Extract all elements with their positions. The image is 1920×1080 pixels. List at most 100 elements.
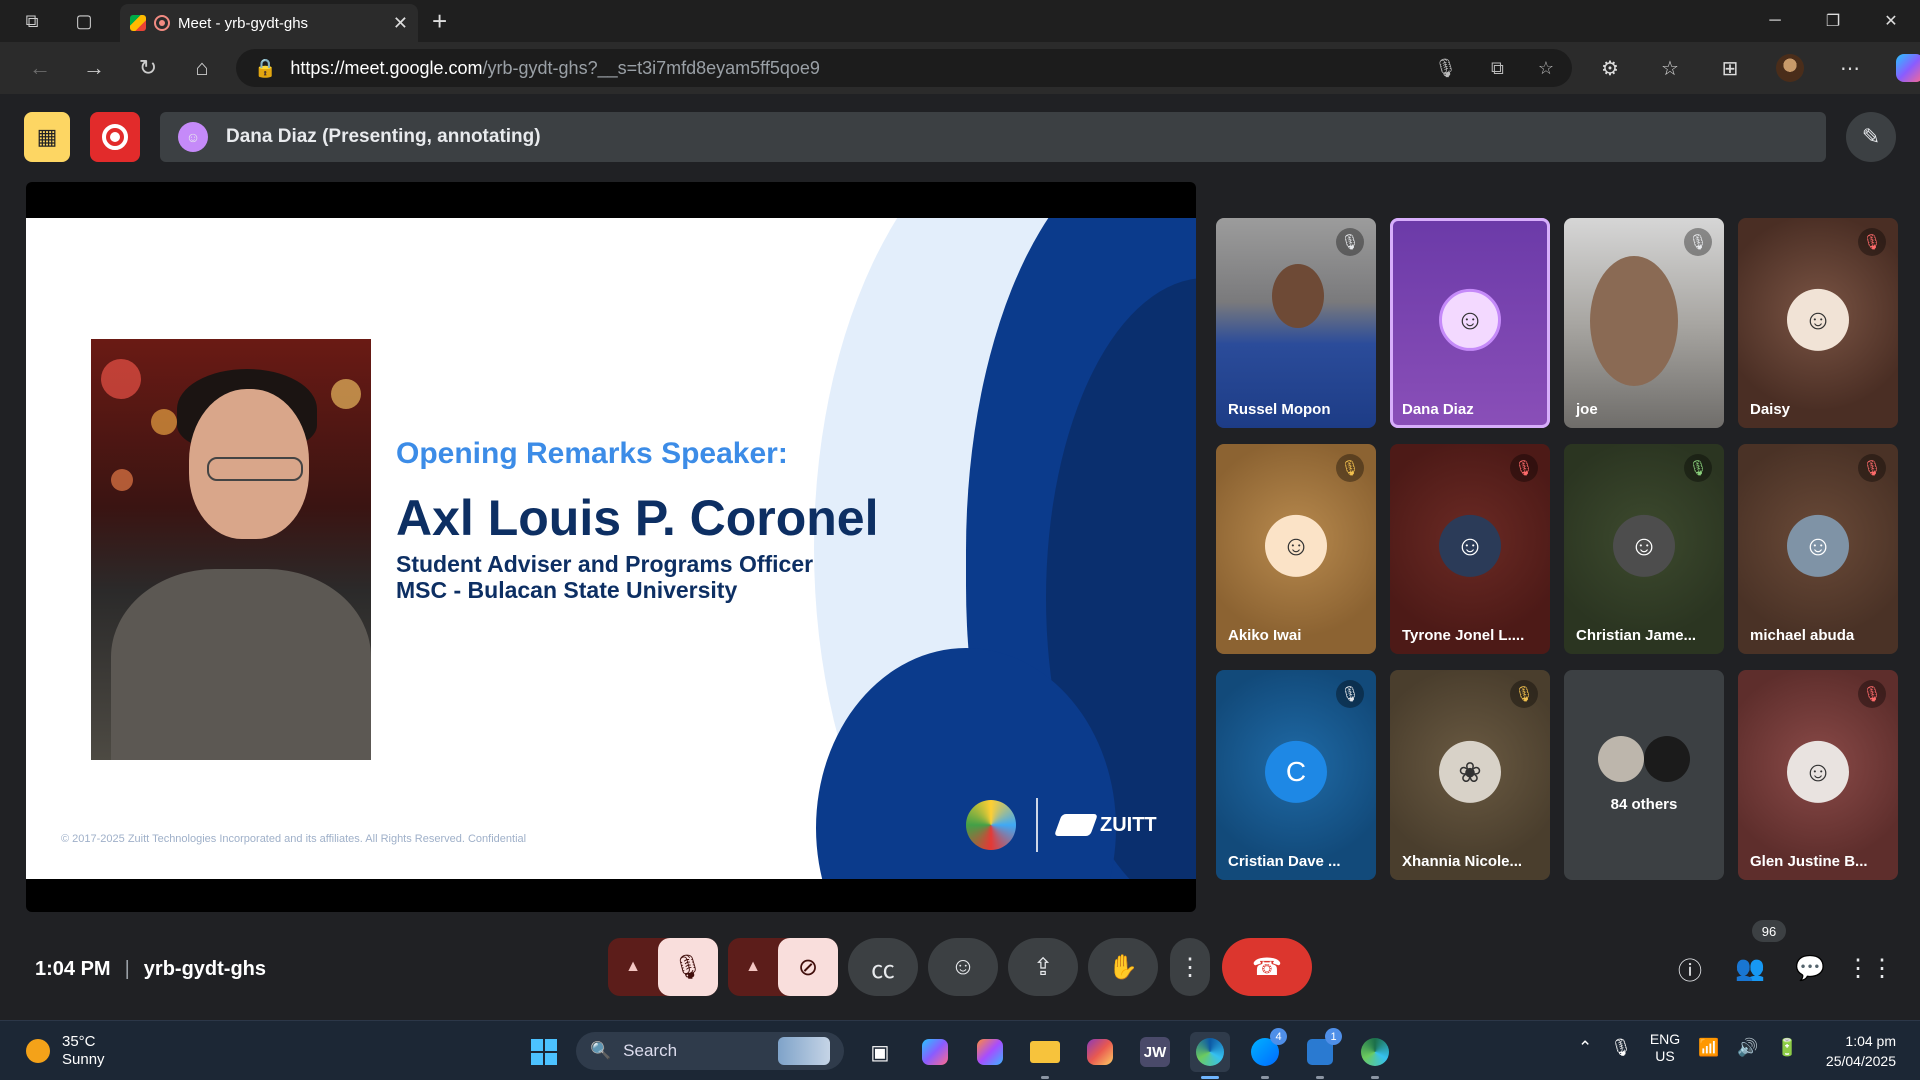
home-icon[interactable]: ⌂: [184, 50, 220, 86]
participant-name: michael abuda: [1750, 627, 1855, 644]
mic-muted-icon: 🎙: [1510, 454, 1538, 482]
microphone-off-button[interactable]: 🎙: [658, 938, 718, 996]
system-tray: ⌃ 🎙 ENG US 📶 🔊 🔋: [1578, 1031, 1798, 1065]
copilot-icon[interactable]: [1890, 48, 1920, 88]
app-available-icon[interactable]: ⧉: [1491, 58, 1504, 79]
extensions-icon[interactable]: ⚙: [1590, 48, 1630, 88]
activities-grid-icon[interactable]: ⋮⋮: [1846, 948, 1894, 988]
microphone-icon[interactable]: 🎙: [1610, 1038, 1632, 1058]
site-info-lock-icon[interactable]: 🔒: [254, 58, 276, 79]
participant-tile[interactable]: ☺ 🎙 Christian Jame...: [1564, 444, 1724, 654]
camera-off-button[interactable]: ⊘: [778, 938, 838, 996]
participant-tile[interactable]: ❀ 🎙 Xhannia Nicole...: [1390, 670, 1550, 880]
microphone-control: ▲ 🎙: [608, 938, 718, 996]
profile-avatar[interactable]: [1770, 48, 1810, 88]
wifi-icon[interactable]: 📶: [1698, 1038, 1719, 1058]
more-menu-icon[interactable]: ⋯: [1830, 48, 1870, 88]
participant-tile[interactable]: ☺ 🎙 Glen Justine B...: [1738, 670, 1898, 880]
participant-tile[interactable]: ☺ 🎙 michael abuda: [1738, 444, 1898, 654]
battery-icon[interactable]: 🔋: [1777, 1038, 1798, 1058]
tab-actions-icon[interactable]: ▢: [66, 3, 102, 39]
participant-name: Glen Justine B...: [1750, 853, 1868, 870]
more-options-button[interactable]: ⋮: [1170, 938, 1210, 996]
participant-tile[interactable]: ☺ Dana Diaz: [1390, 218, 1550, 428]
new-tab-icon[interactable]: +: [432, 6, 447, 37]
show-hidden-icons-chevron-icon[interactable]: ⌃: [1578, 1038, 1592, 1058]
others-tile[interactable]: 84 others: [1564, 670, 1724, 880]
leave-call-button[interactable]: ☎: [1222, 938, 1312, 996]
back-icon[interactable]: ←: [22, 50, 58, 86]
reactions-button[interactable]: ☺: [928, 938, 998, 996]
volume-icon[interactable]: 🔊: [1737, 1038, 1758, 1058]
presentation-slide: Opening Remarks Speaker: Axl Louis P. Co…: [26, 218, 1196, 879]
search-icon: 🔍: [590, 1041, 612, 1060]
microphone-in-use-icon[interactable]: 🎙: [1434, 58, 1457, 79]
windows-start-icon[interactable]: [524, 1032, 564, 1072]
visual-studio-code-icon[interactable]: 1: [1300, 1028, 1342, 1079]
audio-options-chevron-up-icon[interactable]: ▲: [608, 938, 658, 996]
raise-hand-button[interactable]: ✋: [1088, 938, 1158, 996]
edge-icon[interactable]: [1190, 1032, 1230, 1079]
task-view-icon[interactable]: ▣: [860, 1032, 900, 1072]
participant-tile[interactable]: 🎙 joe: [1564, 218, 1724, 428]
participant-tile[interactable]: ☺ 🎙 Daisy: [1738, 218, 1898, 428]
presentation-stage: Opening Remarks Speaker: Axl Louis P. Co…: [26, 182, 1196, 912]
present-screen-button[interactable]: ⇪: [1008, 938, 1078, 996]
jw-library-icon[interactable]: JW: [1135, 1032, 1175, 1072]
speaker-name: Axl Louis P. Coronel: [396, 490, 879, 546]
speaker-organization: MSC - Bulacan State University: [396, 577, 738, 603]
favorites-icon[interactable]: ☆: [1650, 48, 1690, 88]
participant-avatar: ☺: [1613, 514, 1675, 577]
close-window-icon[interactable]: ✕: [1862, 0, 1920, 42]
meet-control-bar: 1:04 PM | yrb-gydt-ghs ▲ 🎙 ▲ ⊘ ㏄ ☺ ⇪ ✋ ⋮…: [0, 920, 1920, 1020]
meeting-not-recorded-icon[interactable]: ▦: [24, 112, 70, 162]
instagram-icon[interactable]: [1080, 1032, 1120, 1072]
meet-window: ▦ ☺ Dana Diaz (Presenting, annotating) ✎: [0, 94, 1920, 1020]
video-options-chevron-up-icon[interactable]: ▲: [728, 938, 778, 996]
refresh-icon[interactable]: ↻: [130, 50, 166, 86]
window-controls: ─ ❐ ✕: [1746, 0, 1920, 42]
participant-tile[interactable]: ☺ 🎙 Akiko Iwai: [1216, 444, 1376, 654]
workspaces-icon[interactable]: ⧉: [14, 3, 50, 39]
participant-avatar: ☺: [1439, 514, 1501, 577]
jw-library-label: JW: [1140, 1037, 1170, 1067]
edge-beta-icon[interactable]: [1355, 1032, 1395, 1079]
input-language[interactable]: ENG US: [1650, 1031, 1680, 1065]
presenter-banner: ☺ Dana Diaz (Presenting, annotating): [160, 112, 1826, 162]
participant-avatar: [1598, 736, 1644, 782]
messenger-icon[interactable]: 4: [1245, 1028, 1287, 1079]
temperature: 35°C: [62, 1033, 96, 1050]
forward-icon[interactable]: →: [76, 50, 112, 86]
participant-name: Akiko Iwai: [1228, 627, 1302, 644]
browser-tools: ⚙ ☆ ⊞ ⋯: [1590, 48, 1920, 88]
meeting-time: 1:04 PM: [35, 958, 111, 980]
meeting-details-icon[interactable]: ⓘ: [1670, 948, 1710, 988]
close-tab-icon[interactable]: ✕: [393, 13, 408, 34]
navigation-buttons: ← → ↻ ⌂: [22, 50, 220, 86]
maximize-icon[interactable]: ❐: [1804, 0, 1862, 42]
chat-icon[interactable]: 💬: [1790, 948, 1830, 988]
captions-button[interactable]: ㏄: [848, 938, 918, 996]
participant-tile[interactable]: ☺ 🎙 Tyrone Jonel L....: [1390, 444, 1550, 654]
search-placeholder: Search: [623, 1041, 678, 1060]
url-input[interactable]: 🔒 https://meet.google.com /yrb-gydt-ghs?…: [236, 49, 1572, 87]
region-code: US: [1655, 1048, 1675, 1064]
m365-icon[interactable]: [970, 1032, 1010, 1072]
participant-tile[interactable]: 🎙 Russel Mopon: [1216, 218, 1376, 428]
collections-icon[interactable]: ⊞: [1710, 48, 1750, 88]
favorite-star-icon[interactable]: ☆: [1538, 58, 1554, 79]
taskbar-clock[interactable]: 1:04 pm 25/04/2025: [1816, 1031, 1896, 1071]
browser-tab[interactable]: Meet - yrb-gydt-ghs ✕: [120, 4, 418, 42]
mic-muted-icon: 🎙: [1336, 454, 1364, 482]
file-explorer-icon[interactable]: [1025, 1032, 1065, 1079]
participant-avatar: C: [1265, 740, 1327, 803]
people-icon[interactable]: 👥: [1730, 948, 1770, 988]
weather-widget[interactable]: 35°C Sunny: [26, 1033, 105, 1069]
minimize-icon[interactable]: ─: [1746, 0, 1804, 42]
slide-copyright: © 2017-2025 Zuitt Technologies Incorpora…: [61, 833, 527, 845]
participant-tile[interactable]: C 🎙 Cristian Dave ...: [1216, 670, 1376, 880]
recording-button[interactable]: [90, 112, 140, 162]
annotate-pen-icon[interactable]: ✎: [1846, 112, 1896, 162]
copilot-icon[interactable]: [915, 1032, 955, 1072]
taskbar-search[interactable]: 🔍 Search: [576, 1032, 844, 1070]
